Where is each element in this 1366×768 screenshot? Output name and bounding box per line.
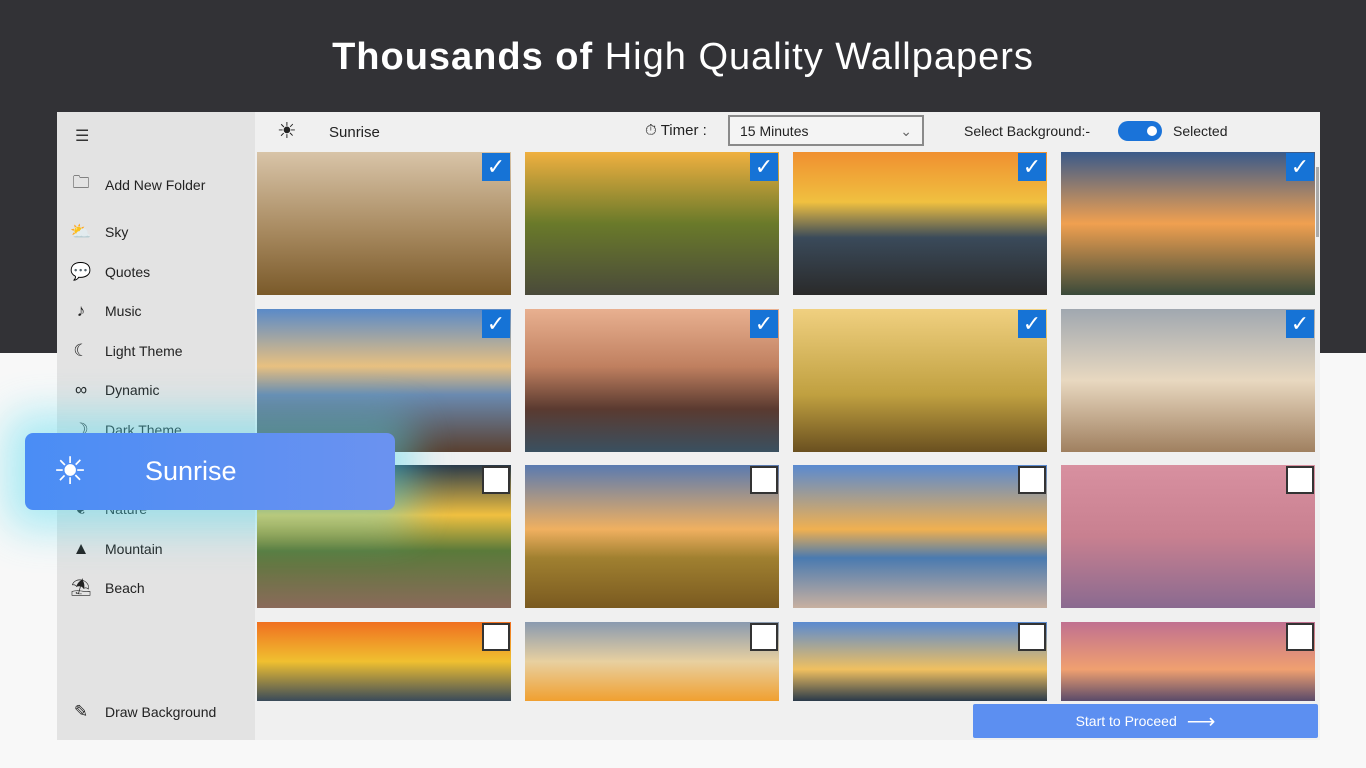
category-title: Sunrise [329, 124, 380, 141]
select-checkbox[interactable] [1286, 466, 1314, 494]
mountain-icon: ▲ [72, 538, 90, 558]
sidebar-item-beach[interactable]: ⛱ Beach [69, 578, 145, 598]
select-checkbox[interactable] [482, 466, 510, 494]
select-checkbox[interactable] [750, 466, 778, 494]
sunrise-icon: ☀ [53, 451, 88, 493]
headline-rest: High Quality Wallpapers [604, 36, 1034, 78]
wallpaper-tile[interactable]: ✓ [1061, 152, 1315, 295]
add-folder-label: Add New Folder [105, 176, 206, 193]
wallpaper-tile[interactable]: ✓ [1061, 308, 1315, 452]
select-checkbox[interactable] [482, 622, 510, 651]
scrollbar[interactable] [1316, 167, 1319, 237]
wallpaper-tile[interactable] [793, 621, 1047, 701]
sidebar-item-light-theme[interactable]: ☾ Light Theme [69, 340, 183, 361]
sidebar-item-dynamic[interactable]: ∞ Dynamic [69, 380, 160, 400]
timer-label: ⏱ Timer : [645, 122, 707, 139]
music-note-icon: ♪ [76, 301, 86, 321]
wallpaper-tile[interactable] [793, 465, 1047, 608]
brush-icon: ✎ [73, 702, 89, 721]
stopwatch-icon: ⏱ [645, 122, 657, 139]
selected-category-overlay[interactable]: ☀ Sunrise [25, 433, 395, 510]
sidebar-item-quotes[interactable]: 💬 Quotes [69, 262, 150, 282]
sidebar-item-label: Mountain [105, 540, 163, 557]
select-background-label: Select Background:- [964, 123, 1091, 139]
sidebar-item-sky[interactable]: ⛅ Sky [69, 222, 128, 242]
timer-select[interactable]: 15 Minutes ⌄ [728, 115, 924, 146]
wallpaper-tile[interactable] [525, 465, 779, 608]
overlay-label: Sunrise [145, 456, 237, 486]
select-checkbox[interactable]: ✓ [1018, 153, 1046, 181]
headline-bold: Thousands of [332, 36, 594, 78]
wallpaper-tile[interactable] [1061, 465, 1315, 608]
moon-sun-icon: ☾ [73, 340, 89, 360]
select-checkbox[interactable]: ✓ [1018, 309, 1046, 338]
toggle-state-label: Selected [1173, 123, 1228, 139]
folder-add-icon: 🗀 [72, 173, 90, 192]
draw-label: Draw Background [105, 704, 217, 720]
add-new-folder[interactable]: 🗀 Add New Folder [69, 170, 206, 199]
select-checkbox[interactable] [1018, 622, 1046, 651]
wallpaper-tile[interactable]: ✓ [257, 308, 511, 452]
wallpaper-tile[interactable] [257, 621, 511, 701]
select-checkbox[interactable] [1286, 622, 1314, 651]
wallpaper-tile[interactable]: ✓ [793, 152, 1047, 295]
select-checkbox[interactable]: ✓ [1286, 153, 1314, 181]
arrow-right-icon: ⟶ [1186, 710, 1216, 733]
headline: Thousands of High Quality Wallpapers [0, 36, 1366, 79]
sidebar-item-label: Sky [105, 224, 129, 240]
wallpaper-tile[interactable] [525, 621, 779, 701]
cloud-sun-icon: ⛅ [70, 222, 92, 241]
sidebar-item-label: Music [105, 303, 142, 320]
timer-text: Timer : [660, 122, 707, 139]
proceed-label: Start to Proceed [1075, 713, 1177, 729]
wallpaper-tile[interactable]: ✓ [793, 308, 1047, 452]
hamburger-menu-icon[interactable]: ☰ [75, 126, 89, 146]
sidebar: ☰ 🗀 Add New Folder ⛅ Sky 💬 Quotes ♪ Music ☾ Ligh… [57, 112, 255, 740]
chat-icon: 💬 [70, 261, 92, 281]
select-checkbox[interactable]: ✓ [482, 153, 510, 181]
sidebar-item-label: Beach [105, 580, 145, 597]
wallpaper-tile[interactable]: ✓ [525, 308, 779, 452]
timer-value: 15 Minutes [740, 123, 809, 139]
select-checkbox[interactable]: ✓ [750, 153, 778, 181]
select-checkbox[interactable] [1018, 466, 1046, 494]
wallpaper-tile[interactable]: ✓ [525, 152, 779, 295]
select-checkbox[interactable]: ✓ [1286, 309, 1314, 338]
select-checkbox[interactable] [750, 622, 778, 651]
draw-background[interactable]: ✎ Draw Background [69, 702, 216, 722]
wallpaper-tile[interactable]: ✓ [257, 152, 511, 295]
sidebar-item-label: Quotes [105, 263, 151, 280]
app-window: ☰ 🗀 Add New Folder ⛅ Sky 💬 Quotes ♪ Music ☾ Ligh… [57, 112, 1320, 740]
select-background-toggle[interactable] [1118, 121, 1162, 141]
sidebar-item-label: Dynamic [105, 382, 160, 399]
sidebar-item-music[interactable]: ♪ Music [69, 301, 142, 321]
dynamic-icon: ∞ [74, 380, 88, 400]
sidebar-item-mountain[interactable]: ▲ Mountain [69, 539, 163, 559]
start-proceed-button[interactable]: Start to Proceed ⟶ [973, 704, 1318, 738]
select-checkbox[interactable]: ✓ [482, 309, 510, 338]
chevron-down-icon: ⌄ [900, 123, 912, 139]
sunrise-icon: ☀ [277, 118, 297, 143]
wallpaper-tile[interactable] [1061, 621, 1315, 701]
select-checkbox[interactable]: ✓ [750, 309, 778, 338]
sidebar-item-label: Light Theme [105, 342, 183, 359]
beach-icon: ⛱ [70, 578, 92, 598]
